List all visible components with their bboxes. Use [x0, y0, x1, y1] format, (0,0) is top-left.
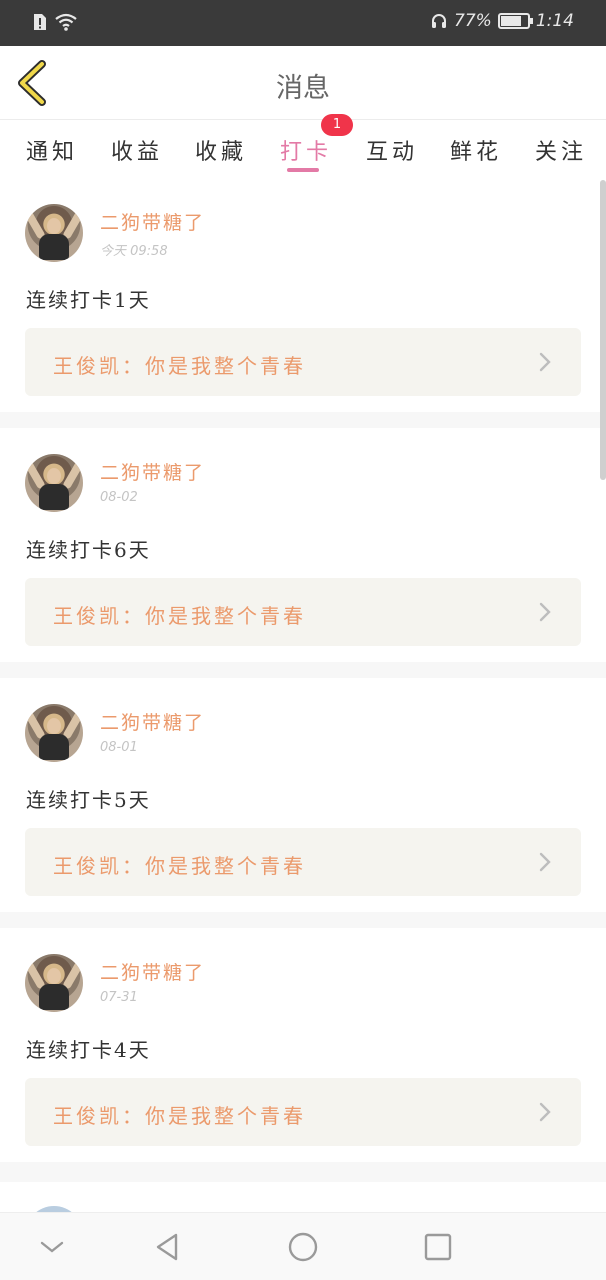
quote-text: 王俊凯：你是我整个青春: [53, 1104, 306, 1128]
collapse-icon[interactable]: [36, 1231, 68, 1263]
checkin-text: 连续打卡6天: [26, 538, 151, 562]
list-item: 二狗带糖了 07-31 连续打卡4天 王俊凯：你是我整个青春: [0, 928, 606, 1162]
battery-icon: [497, 13, 533, 29]
quote-text: 王俊凯：你是我整个青春: [53, 854, 306, 878]
quote-card[interactable]: 王俊凯：你是我整个青春: [25, 1078, 581, 1146]
tab-checkin-badge: 1: [321, 114, 353, 136]
quote-text: 王俊凯：你是我整个青春: [53, 604, 306, 628]
chevron-right-icon: [539, 352, 551, 372]
quote-text: 王俊凯：你是我整个青春: [53, 354, 306, 378]
checkin-text: 连续打卡5天: [26, 788, 151, 812]
avatar[interactable]: [25, 204, 83, 262]
clock: 1:14: [535, 11, 574, 31]
list-item: 二狗带糖了 今天 09:58 连续打卡1天 王俊凯：你是我整个青春: [0, 178, 606, 412]
timestamp: 07-31: [100, 990, 138, 1005]
app-header: 消息: [0, 46, 606, 120]
username[interactable]: 二狗带糖了: [100, 958, 205, 985]
list-item: 二狗带糖了 08-02 连续打卡6天 王俊凯：你是我整个青春: [0, 428, 606, 662]
battery-level: [500, 16, 521, 26]
tab-notice[interactable]: 通知: [26, 134, 78, 166]
timestamp: 08-01: [100, 740, 138, 755]
avatar[interactable]: [25, 454, 83, 512]
battery-percent: 77%: [454, 11, 492, 31]
username[interactable]: 二狗带糖了: [100, 458, 205, 485]
tab-earnings[interactable]: 收益: [111, 134, 163, 166]
system-nav-bar: [0, 1212, 606, 1280]
quote-card[interactable]: 王俊凯：你是我整个青春: [25, 328, 581, 396]
timestamp: 今天 09:58: [100, 244, 168, 259]
headphones-icon: [432, 14, 447, 28]
wifi-icon: [55, 13, 77, 31]
tab-checkin[interactable]: 打卡: [280, 134, 332, 166]
tab-interaction[interactable]: 互动: [366, 134, 418, 166]
active-tab-indicator: [287, 168, 319, 172]
tab-follow[interactable]: 关注: [535, 134, 587, 166]
avatar[interactable]: [25, 954, 83, 1012]
back-triangle-icon[interactable]: [152, 1231, 184, 1263]
checkin-text: 连续打卡4天: [26, 1038, 151, 1062]
username[interactable]: 二狗带糖了: [100, 708, 205, 735]
tab-flowers[interactable]: 鲜花: [450, 134, 502, 166]
tab-bar: 通知 收益 收藏 打卡 互动 鲜花 关注: [0, 120, 606, 178]
home-circle-icon[interactable]: [287, 1231, 319, 1263]
recent-square-icon[interactable]: [422, 1231, 454, 1263]
checkin-text: 连续打卡1天: [26, 288, 151, 312]
scrollbar[interactable]: [600, 180, 606, 480]
username[interactable]: 二狗带糖了: [100, 208, 205, 235]
timestamp: 08-02: [100, 490, 138, 505]
status-left: [32, 12, 78, 32]
quote-card[interactable]: 王俊凯：你是我整个青春: [25, 578, 581, 646]
status-right: 77% 1:14: [430, 11, 574, 31]
chevron-right-icon: [539, 602, 551, 622]
list-item: 二狗带糖了 08-01 连续打卡5天 王俊凯：你是我整个青春: [0, 678, 606, 912]
quote-card[interactable]: 王俊凯：你是我整个青春: [25, 828, 581, 896]
chevron-right-icon: [539, 852, 551, 872]
chevron-right-icon: [539, 1102, 551, 1122]
sim-alert-icon: [34, 14, 46, 30]
tab-favorites[interactable]: 收藏: [195, 134, 247, 166]
avatar[interactable]: [25, 704, 83, 762]
page-title: 消息: [276, 73, 330, 104]
status-bar: 77% 1:14: [0, 0, 606, 46]
